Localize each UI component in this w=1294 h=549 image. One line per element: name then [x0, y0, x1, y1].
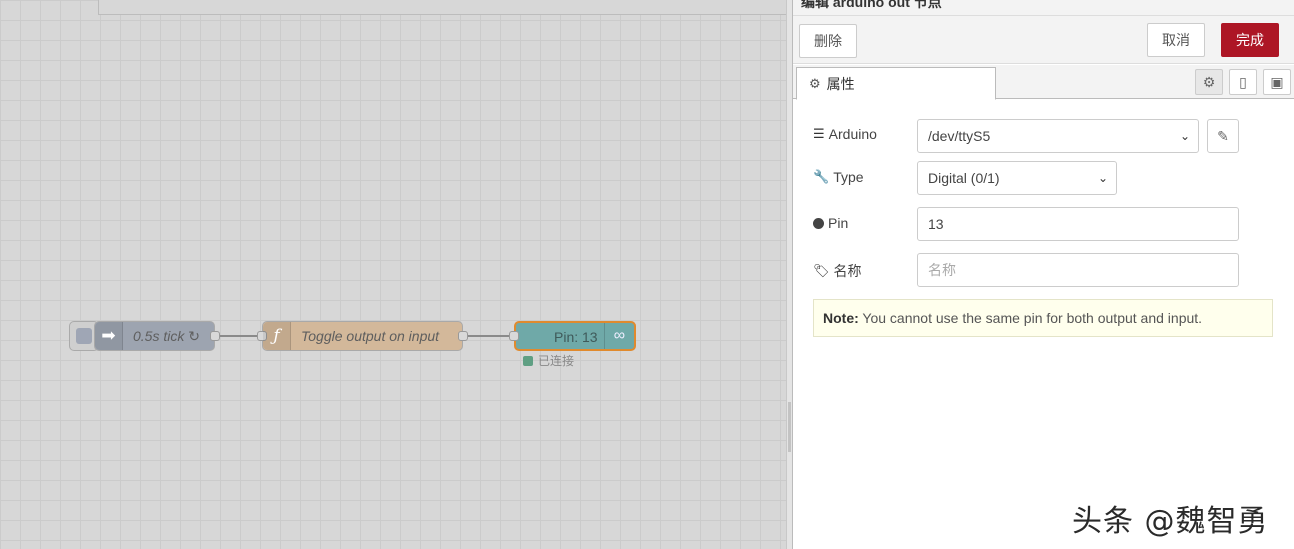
tag-icon: 🏷	[813, 263, 830, 278]
arduino-icon: ∞	[604, 323, 634, 349]
arduino-select[interactable]: /dev/ttyS5 ⌄	[917, 119, 1199, 153]
gear-icon: ⚙	[1202, 73, 1216, 90]
output-port[interactable]	[458, 331, 468, 341]
tray-title: 编辑 arduino out 节点	[801, 0, 942, 10]
type-select-value: Digital (0/1)	[928, 170, 1000, 186]
function-icon: ƒ	[263, 322, 291, 350]
status-text: 已连接	[538, 354, 575, 368]
circle-icon	[813, 217, 824, 229]
delete-button[interactable]: 删除	[799, 24, 857, 58]
type-select[interactable]: Digital (0/1) ⌄	[917, 161, 1117, 195]
function-node-label: Toggle output on input	[301, 328, 440, 344]
done-button[interactable]: 完成	[1221, 23, 1279, 57]
settings-tab-button[interactable]: ⚙	[1195, 69, 1223, 95]
description-tab-button[interactable]: ▯	[1229, 69, 1257, 95]
output-port[interactable]	[210, 331, 220, 341]
arduino-out-node[interactable]: Pin: 13 ∞	[509, 321, 636, 351]
name-label: 🏷 名称	[813, 261, 862, 281]
tray-header: 编辑 arduino out 节点	[793, 0, 1294, 16]
inject-node-label: 0.5s tick ↻	[133, 328, 200, 344]
note-box: Note: You cannot use the same pin for bo…	[813, 299, 1273, 337]
arduino-select-value: /dev/ttyS5	[928, 128, 991, 144]
watermark: 头条 @魏智勇	[1072, 504, 1269, 539]
input-port[interactable]	[509, 331, 519, 341]
flow-workspace[interactable]: ➡ 0.5s tick ↻ ƒ Toggle output on input P…	[0, 0, 786, 549]
edit-config-button[interactable]: ✎	[1207, 119, 1239, 153]
arduino-node-label: Pin: 13	[554, 329, 598, 345]
name-input[interactable]: 名称	[917, 253, 1239, 287]
name-label-text: 名称	[833, 263, 862, 279]
pencil-icon: ✎	[1217, 127, 1229, 144]
arduino-label-text: Arduino	[828, 126, 877, 142]
appearance-icon: ▣	[1270, 73, 1284, 90]
pin-label-text: Pin	[828, 215, 849, 231]
splitter-handle[interactable]	[788, 402, 791, 452]
note-text: You cannot use the same pin for both out…	[858, 310, 1203, 326]
wrench-icon: 🔧	[813, 169, 830, 184]
wire	[220, 335, 262, 337]
arduino-label: ☰ Arduino	[813, 126, 877, 142]
edit-tray: 编辑 arduino out 节点 删除 取消 完成 ⚙ 属性 ⚙ ▯ ▣ ☰ …	[792, 0, 1294, 549]
pin-input-value: 13	[928, 216, 944, 232]
gear-icon: ⚙	[809, 75, 821, 91]
canvas-box	[98, 0, 786, 15]
cancel-button[interactable]: 取消	[1147, 23, 1205, 57]
name-input-placeholder: 名称	[928, 262, 956, 278]
wire	[468, 335, 514, 337]
appearance-tab-button[interactable]: ▣	[1263, 69, 1291, 95]
pin-label: Pin	[813, 215, 848, 231]
inject-node[interactable]: ➡ 0.5s tick ↻	[94, 321, 220, 351]
function-node[interactable]: ƒ Toggle output on input	[257, 321, 468, 351]
node-status: 已连接	[523, 352, 574, 369]
note-label: Note:	[823, 310, 859, 326]
chevron-down-icon: ⌄	[1097, 171, 1108, 185]
server-icon: ☰	[813, 126, 825, 141]
status-dot-icon	[523, 355, 533, 366]
tray-tabs: ⚙ 属性 ⚙ ▯ ▣	[793, 65, 1294, 100]
pin-input[interactable]: 13	[917, 207, 1239, 241]
chevron-down-icon: ⌄	[1179, 129, 1190, 143]
tray-toolbar: 删除 取消 完成	[793, 16, 1294, 64]
tab-properties-label: 属性	[826, 75, 855, 92]
type-label: 🔧 Type	[813, 169, 864, 185]
arrow-right-icon: ➡	[95, 322, 123, 350]
document-icon: ▯	[1239, 73, 1247, 90]
type-label-text: Type	[833, 169, 864, 185]
tab-properties[interactable]: ⚙ 属性	[796, 67, 996, 100]
